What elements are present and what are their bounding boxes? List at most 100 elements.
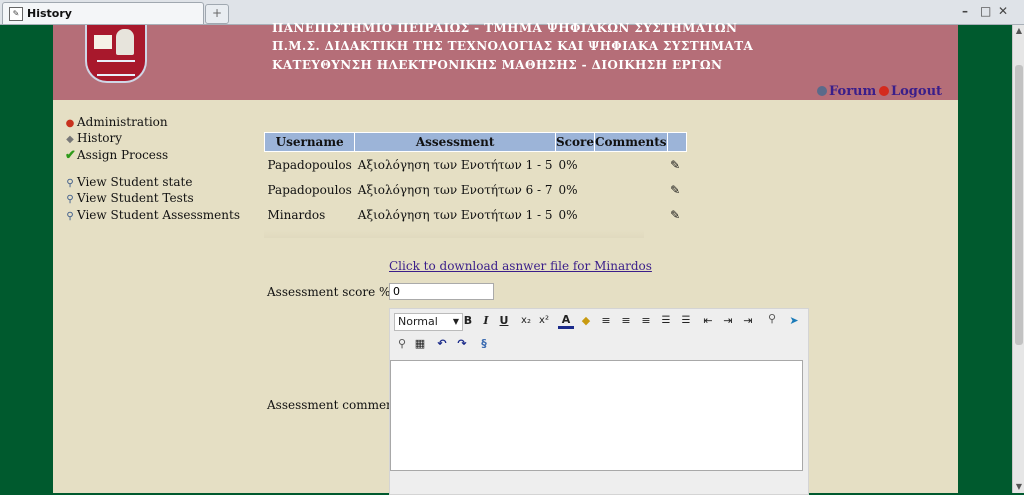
column-header-comments: Comments (593, 132, 668, 152)
indent-icon[interactable]: ⇥ (720, 313, 736, 329)
unordered-list-icon[interactable]: ☰ (678, 313, 694, 329)
banner-title-line-3: ΚΑΤΕΥΘΥΝΣΗ ΗΛΕΚΤΡΟΝΙΚΗΣ ΜΑΘΗΣΗΣ - ΔΙΟΙΚΗ… (272, 58, 723, 72)
redo-icon[interactable]: ↷ (454, 336, 470, 352)
sidebar-item-view-student-assessments[interactable]: ⚲ View Student Assessments (65, 208, 240, 222)
align-right-icon[interactable]: ≡ (638, 313, 654, 329)
maximize-button[interactable]: □ (980, 4, 991, 18)
sidebar-item-view-student-state[interactable]: ⚲ View Student state (65, 175, 192, 189)
table-row: Minardos Αξιολόγηση των Ενοτήτων 1 - 5 0… (265, 202, 687, 227)
header-banner: ΠΑΝΕΠΙΣΤΗΜΙΟ ΠΕΙΡΑΙΩΣ - ΤΜΗΜΑ ΨΗΦΙΑΚΩΝ Σ… (53, 21, 958, 100)
sidebar-item-label: Administration (77, 115, 168, 129)
sidebar-item-administration[interactable]: ● Administration (65, 115, 168, 129)
history-icon: ◆ (66, 134, 74, 145)
forum-link[interactable]: Forum (817, 84, 876, 99)
page-content: ΠΑΝΕΠΙΣΤΗΜΙΟ ΠΕΙΡΑΙΩΣ - ΤΜΗΜΑ ΨΗΦΙΑΚΩΝ Σ… (53, 21, 958, 495)
underline-button[interactable]: U (496, 313, 512, 329)
red-ball-icon: ● (65, 118, 75, 129)
scroll-up-arrow-icon[interactable]: ▲ (1013, 25, 1024, 37)
font-color-icon[interactable]: A (558, 313, 574, 329)
new-tab-button[interactable]: + (205, 4, 229, 24)
table-fade-divider (264, 230, 644, 238)
sidebar-item-view-student-tests[interactable]: ⚲ View Student Tests (65, 191, 194, 205)
format-select-value: Normal (398, 315, 438, 328)
cell-username: Papadopoulos (267, 182, 352, 197)
cell-assessment: Αξιολόγηση των Ενοτήτων 1 - 5 (357, 207, 553, 222)
cell-comments (594, 152, 667, 178)
minimize-button[interactable]: – (962, 4, 968, 18)
cell-score: 0% (558, 182, 578, 197)
table-header-row: Username Assessment Score Comments (263, 132, 687, 152)
tab-title: History (27, 7, 72, 20)
scroll-down-arrow-icon[interactable]: ▼ (1013, 481, 1024, 493)
align-left-icon[interactable]: ≡ (598, 313, 614, 329)
chevron-down-icon: ▼ (452, 317, 459, 326)
outdent-icon[interactable]: ⇤ (700, 313, 716, 329)
cell-comments (594, 202, 667, 227)
page-icon: ✎ (9, 7, 23, 21)
sidebar-item-assign-process[interactable]: ✔Assign Process (65, 148, 168, 163)
block-indent-icon[interactable]: ⇥ (740, 313, 756, 329)
browser-tab-history[interactable]: ✎ History (2, 2, 204, 24)
magnifier-icon: ⚲ (66, 178, 74, 189)
column-header-score: Score (555, 132, 595, 152)
cell-comments (594, 177, 667, 202)
sidebar-item-label: View Student Tests (77, 191, 194, 205)
bold-button[interactable]: B (460, 313, 476, 329)
superscript-button[interactable]: x² (536, 313, 552, 329)
vertical-scrollbar[interactable]: ▲ ▼ (1012, 25, 1024, 493)
cell-score: 0% (558, 157, 578, 172)
highlight-color-icon[interactable]: ◆ (578, 313, 594, 329)
sidebar-item-label: View Student state (77, 175, 193, 189)
close-window-button[interactable]: ✕ (998, 4, 1008, 18)
undo-icon[interactable]: ↶ (434, 336, 450, 352)
banner-title-line-2: Π.Μ.Σ. ΔΙΔΑΚΤΙΚΗ ΤΗΣ ΤΕΧΝΟΛΟΓΙΑΣ ΚΑΙ ΨΗΦ… (272, 39, 754, 53)
remove-link-icon[interactable]: § (476, 336, 492, 352)
italic-button[interactable]: I (478, 313, 494, 329)
cell-username: Papadopoulos (267, 157, 352, 172)
table-row: Papadopoulos Αξιολόγηση των Ενοτήτων 6 -… (265, 177, 687, 202)
magnifier-icon: ⚲ (66, 194, 74, 205)
scrollbar-thumb[interactable] (1015, 65, 1023, 345)
search-icon[interactable]: ⚲ (764, 311, 780, 327)
ordered-list-icon[interactable]: ☰ (658, 313, 674, 329)
edit-pencil-icon[interactable]: ✎ (667, 177, 686, 202)
book-icon (94, 35, 112, 49)
align-center-icon[interactable]: ≡ (618, 313, 634, 329)
waves-icon (97, 60, 135, 76)
sidebar-item-label: History (77, 131, 123, 145)
cell-score: 0% (558, 207, 578, 222)
checkmark-icon: ✔ (65, 148, 76, 163)
sidebar-item-history[interactable]: ◆ History (65, 131, 122, 145)
forum-label: Forum (829, 84, 877, 99)
sidebar-item-label: Assign Process (77, 148, 169, 162)
magnifier-icon: ⚲ (66, 211, 74, 222)
column-header-edit (666, 132, 687, 152)
logout-icon (879, 86, 889, 96)
insert-link-icon[interactable]: ➤ (786, 313, 802, 329)
table-row: Papadopoulos Αξιολόγηση των Ενοτήτων 1 -… (265, 152, 687, 178)
assessment-comments-textarea[interactable] (390, 360, 803, 471)
format-select[interactable]: Normal ▼ (394, 313, 463, 331)
table-icon[interactable]: ▦ (412, 336, 428, 352)
subscript-button[interactable]: x₂ (518, 313, 534, 329)
forum-icon (817, 86, 827, 96)
cell-assessment: Αξιολόγηση των Ενοτήτων 6 - 7 (357, 182, 553, 197)
assessments-table: Username Assessment Score Comments Papad… (263, 132, 687, 227)
edit-pencil-icon[interactable]: ✎ (667, 202, 686, 227)
logout-link[interactable]: Logout (879, 84, 942, 99)
column-header-username: Username (263, 132, 356, 152)
download-answer-link[interactable]: Click to download asnwer file for Minard… (389, 259, 652, 273)
cell-username: Minardos (267, 207, 326, 222)
find-replace-icon[interactable]: ⚲ (394, 336, 410, 352)
athena-figure-icon (116, 29, 134, 55)
assessment-score-input[interactable]: 0 (389, 283, 494, 300)
university-logo (85, 25, 147, 83)
rich-text-editor: Normal ▼ B I U x₂ x² A ◆ ≡ ≡ ≡ ☰ ☰ ⇤ ⇥ ⇥… (389, 308, 809, 495)
column-header-assessment: Assessment (354, 132, 557, 152)
banner-title-line-1: ΠΑΝΕΠΙΣΤΗΜΙΟ ΠΕΙΡΑΙΩΣ - ΤΜΗΜΑ ΨΗΦΙΑΚΩΝ Σ… (272, 21, 738, 35)
logout-label: Logout (891, 84, 943, 99)
assessment-score-label: Assessment score % (267, 285, 391, 299)
sidebar-item-label: View Student Assessments (77, 208, 240, 222)
edit-pencil-icon[interactable]: ✎ (667, 152, 686, 178)
assessment-comments-label: Assessment comments (267, 398, 405, 412)
